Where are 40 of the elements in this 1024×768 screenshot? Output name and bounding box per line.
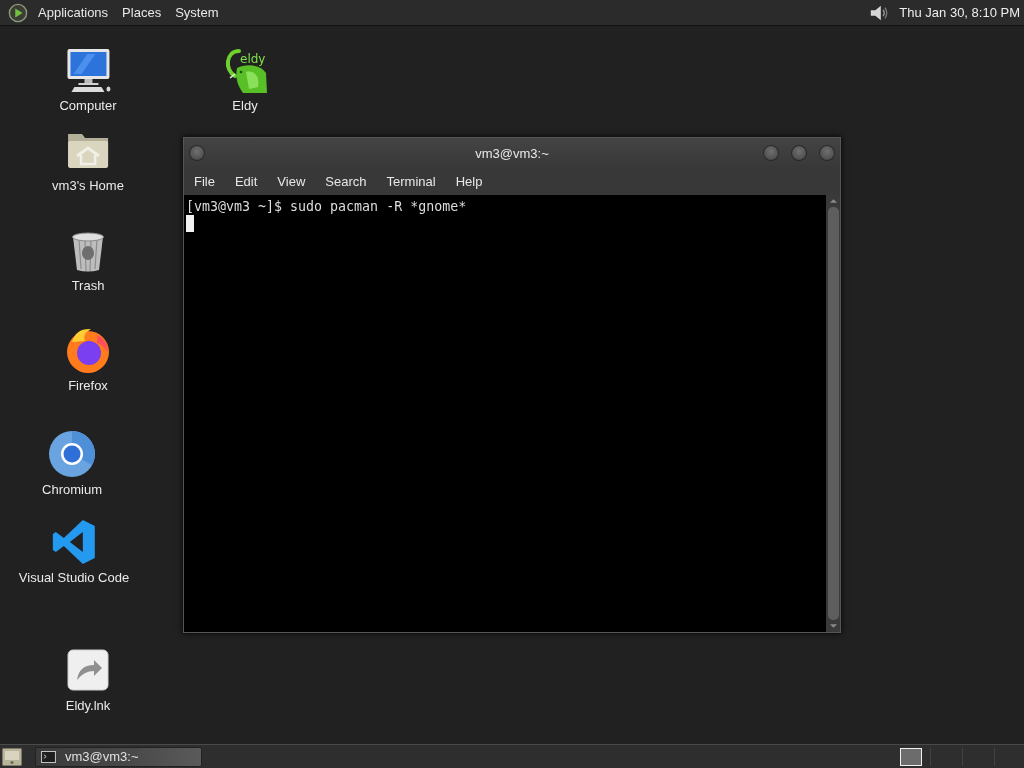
desktop-icon[interactable]: Visual Studio Code xyxy=(18,518,130,585)
ribbon-logo-icon xyxy=(50,518,98,566)
scrollbar[interactable] xyxy=(826,195,840,632)
desktop-icon[interactable]: vm3's Home xyxy=(52,126,124,193)
terminal-line: [vm3@vm3 ~]$ sudo pacman -R *gnome* xyxy=(186,198,468,215)
desktop-icon[interactable]: Firefox xyxy=(64,326,112,393)
taskbar-button[interactable]: vm3@vm3:~ xyxy=(35,746,202,767)
logo-text: eldy xyxy=(240,52,266,66)
terminal-area[interactable]: [vm3@vm3 ~]$ sudo pacman -R *gnome* xyxy=(184,195,826,632)
menu-item[interactable]: Help xyxy=(445,171,493,192)
desktop-icon[interactable]: Computer xyxy=(59,46,117,113)
desktop-icon[interactable]: Eldy.lnk xyxy=(64,646,112,713)
menu-item[interactable]: View xyxy=(267,171,316,192)
window-title: vm3@vm3:~ xyxy=(475,145,549,161)
window-menu-button[interactable] xyxy=(189,145,205,161)
panel-menu[interactable]: Places xyxy=(115,3,169,22)
elephant-icon xyxy=(225,49,267,93)
menu-item[interactable]: Terminal xyxy=(376,171,446,192)
scrollbar-thumb[interactable] xyxy=(827,207,839,620)
menu-item[interactable]: File xyxy=(184,171,225,192)
ring-logo-icon xyxy=(48,430,96,478)
menu-item[interactable]: Search xyxy=(315,171,377,192)
menu-item[interactable]: Edit xyxy=(224,171,268,192)
desktop-icon[interactable]: Chromium xyxy=(42,430,102,497)
clock[interactable]: Thu Jan 30, 8:10 PM xyxy=(899,5,1020,20)
terminal-icon xyxy=(41,750,56,763)
text-cursor xyxy=(186,215,194,232)
show-desktop-icon[interactable] xyxy=(2,747,22,766)
scroll-down-icon[interactable] xyxy=(828,623,838,629)
scroll-up-icon[interactable] xyxy=(828,198,838,204)
panel-menu[interactable]: System xyxy=(168,3,226,22)
desktop-icon[interactable]: Trash xyxy=(64,226,112,293)
monitor-icon xyxy=(64,46,112,94)
minimize-button[interactable] xyxy=(763,145,779,161)
panel-logo-icon[interactable] xyxy=(8,2,28,23)
flame-globe-icon xyxy=(64,326,112,374)
maximize-button[interactable] xyxy=(791,145,807,161)
panel-menu[interactable]: Applications xyxy=(31,3,116,22)
close-button[interactable] xyxy=(819,145,835,161)
desktop-icon[interactable]: eldy Eldy xyxy=(221,46,269,113)
